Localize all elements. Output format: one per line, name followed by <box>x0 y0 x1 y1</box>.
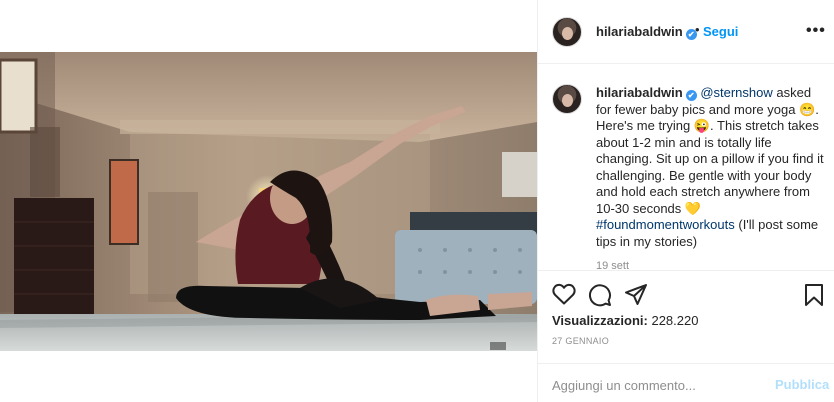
post-author-name[interactable]: hilariabaldwin <box>596 24 683 39</box>
heart-icon[interactable] <box>552 283 576 305</box>
post-video[interactable] <box>0 52 537 351</box>
views-count: Visualizzazioni: 228.220 <box>552 313 698 328</box>
separator-dot: • <box>695 22 700 37</box>
media-pane <box>0 0 537 402</box>
post-header: hilariabaldwin ✔ • Segui ••• <box>538 0 834 64</box>
video-frame <box>0 52 537 351</box>
caption-text-1: asked for fewer baby pics and more yoga … <box>596 85 824 216</box>
post-author[interactable]: hilariabaldwin ✔ <box>596 24 697 40</box>
post-date[interactable]: 27 GENNAIO <box>552 336 609 346</box>
comment-input[interactable] <box>552 375 762 395</box>
share-icon[interactable] <box>624 283 648 307</box>
post-sidebar: hilariabaldwin ✔ • Segui ••• hilariabaldw… <box>537 0 834 402</box>
more-options-icon[interactable]: ••• <box>806 22 826 40</box>
actions-section: Visualizzazioni: 228.220 27 GENNAIO Pubb… <box>538 270 834 402</box>
verified-badge-icon: ✔ <box>685 90 697 101</box>
hashtag-link[interactable]: #foundmomentworkouts <box>596 217 735 232</box>
caption-time: 19 sett <box>596 260 630 270</box>
bookmark-icon[interactable] <box>804 283 824 307</box>
post-caption: hilariabaldwin ✔ @sternshow asked for few… <box>596 85 828 250</box>
caption-author[interactable]: hilariabaldwin <box>596 85 683 100</box>
comment-icon[interactable] <box>588 283 612 307</box>
avatar[interactable] <box>552 17 582 47</box>
publish-button[interactable]: Pubblica <box>775 377 829 392</box>
caption-avatar[interactable] <box>552 84 582 114</box>
views-value: 228.220 <box>651 313 699 328</box>
views-label: Visualizzazioni: <box>552 313 648 328</box>
follow-button[interactable]: Segui <box>703 24 738 39</box>
mention-link[interactable]: @sternshow <box>700 85 772 100</box>
comments-section[interactable]: hilariabaldwin ✔ @sternshow asked for few… <box>538 64 834 270</box>
comment-form: Pubblica <box>538 363 834 402</box>
